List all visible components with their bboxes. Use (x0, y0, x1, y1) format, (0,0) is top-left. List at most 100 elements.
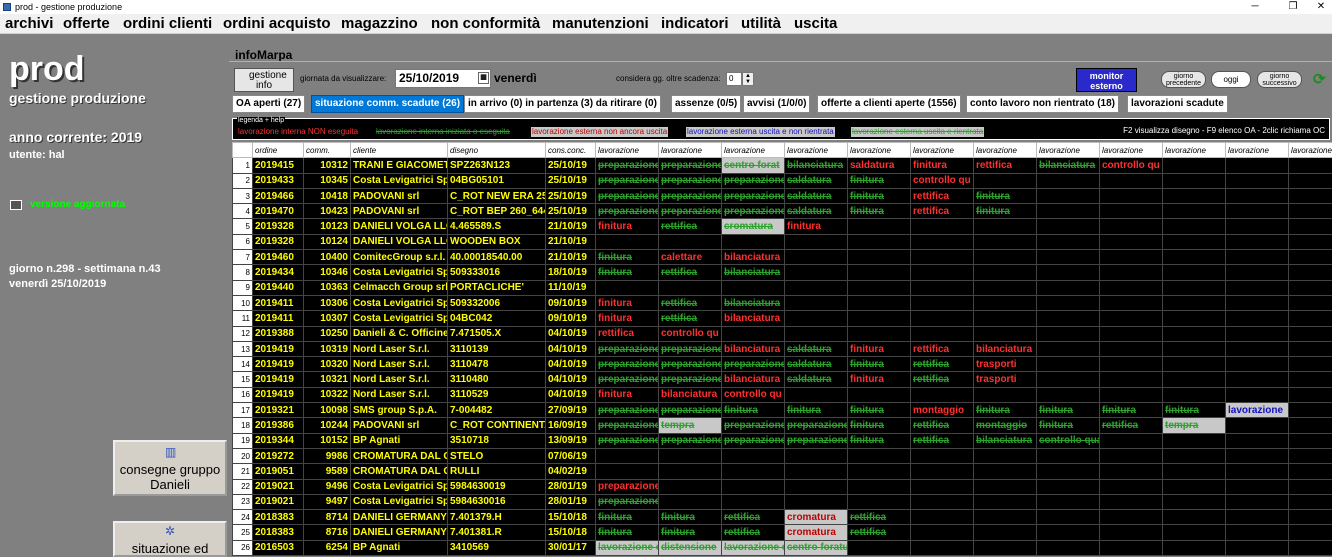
cell-commessa[interactable]: 10307 (303, 310, 351, 327)
cell-lavorazione[interactable]: finitura (595, 249, 659, 266)
cell-lavorazione[interactable] (847, 233, 911, 251)
cell-lavorazione[interactable] (847, 478, 911, 495)
cell-lavorazione[interactable]: saldatura (784, 340, 848, 358)
cell-lavorazione[interactable] (973, 294, 1037, 312)
cell-lavorazione[interactable] (1225, 325, 1289, 342)
cell-lavorazione[interactable] (1225, 432, 1289, 449)
cell-lavorazione[interactable] (1162, 371, 1226, 388)
cell-lavorazione[interactable]: bilanciatura (721, 249, 785, 266)
cell-lavorazione[interactable] (1225, 157, 1289, 174)
cell-cliente[interactable]: Costa Levigatrici Sp (350, 172, 448, 189)
cell-lavorazione[interactable]: finitura (658, 509, 722, 526)
table-row[interactable]: 24 2018383 8714 DANIELI GERMANY 7.401379.H 15… (232, 509, 1332, 526)
cell-lavorazione[interactable] (910, 524, 974, 541)
cell-cliente[interactable]: PADOVANI srl (350, 417, 448, 434)
cell-lavorazione[interactable] (1288, 218, 1332, 235)
cell-lavorazione[interactable] (1162, 340, 1226, 358)
cell-lavorazione[interactable] (1288, 203, 1332, 220)
cell-commessa[interactable]: 10312 (303, 157, 351, 174)
row-number[interactable]: 3 (232, 187, 253, 205)
column-header[interactable]: cons.conc. (545, 141, 596, 159)
row-number[interactable]: 9 (232, 279, 253, 296)
cell-lavorazione[interactable] (1036, 524, 1100, 541)
cell-commessa[interactable]: 9497 (303, 493, 351, 511)
cell-lavorazione[interactable]: finitura (784, 218, 848, 235)
cell-lavorazione[interactable] (1162, 325, 1226, 342)
table-row[interactable]: 22 2019021 9496 Costa Levigatrici Sp 5984630… (232, 478, 1332, 495)
row-number[interactable]: 16 (232, 386, 253, 404)
tab-oa-aperti[interactable]: OA aperti (27) (232, 95, 306, 113)
cell-lavorazione[interactable] (1225, 478, 1289, 495)
row-number[interactable]: 25 (232, 524, 253, 541)
cell-lavorazione[interactable]: preparazione (595, 340, 659, 358)
row-number[interactable]: 21 (232, 463, 253, 480)
cell-lavorazione[interactable]: preparazione (595, 493, 659, 511)
date-field[interactable]: 25/10/2019 ▦ (395, 69, 491, 88)
cell-lavorazione[interactable] (658, 233, 722, 251)
cell-lavorazione[interactable] (1225, 493, 1289, 511)
cell-lavorazione[interactable] (1036, 447, 1100, 465)
column-header[interactable]: lavorazione (595, 141, 659, 159)
cell-lavorazione[interactable]: saldatura (784, 371, 848, 388)
cell-lavorazione[interactable] (973, 249, 1037, 266)
cell-lavorazione[interactable] (910, 539, 974, 557)
cell-cliente[interactable]: SMS group S.p.A. (350, 402, 448, 419)
cell-lavorazione[interactable]: finitura (847, 203, 911, 220)
cell-lavorazione[interactable] (973, 218, 1037, 235)
cell-lavorazione[interactable] (1162, 279, 1226, 296)
cell-lavorazione[interactable] (973, 539, 1037, 557)
cell-disegno[interactable]: 3110478 (447, 356, 546, 373)
table-row[interactable]: 25 2018383 8716 DANIELI GERMANY 7.401381.R 15… (232, 524, 1332, 541)
cell-commessa[interactable]: 10123 (303, 218, 351, 235)
considera-field[interactable]: 0 (726, 72, 742, 86)
cell-lavorazione[interactable] (784, 478, 848, 495)
column-header[interactable]: lavorazione (1225, 141, 1289, 159)
cell-lavorazione[interactable]: trasporti (973, 371, 1037, 388)
row-number[interactable]: 14 (232, 356, 253, 373)
cell-lavorazione[interactable] (973, 493, 1037, 511)
cell-lavorazione[interactable]: preparazione (721, 203, 785, 220)
cell-ordine[interactable]: 2019328 (252, 218, 304, 235)
cell-lavorazione[interactable] (1288, 402, 1332, 419)
cell-consegna[interactable]: 13/09/19 (545, 432, 596, 449)
cell-lavorazione[interactable]: finitura (847, 340, 911, 358)
cell-lavorazione[interactable] (1099, 294, 1163, 312)
column-header[interactable]: disegno (447, 141, 546, 159)
cell-ordine[interactable]: 2019021 (252, 493, 304, 511)
cell-lavorazione[interactable] (1288, 356, 1332, 373)
table-row[interactable]: 20 2019272 9986 CROMATURA DAL G STELO 07/06/1… (232, 447, 1332, 465)
cell-lavorazione[interactable] (1225, 371, 1289, 388)
cell-lavorazione[interactable]: rettifica (595, 325, 659, 342)
cell-lavorazione[interactable] (1099, 356, 1163, 373)
cell-ordine[interactable]: 2019419 (252, 371, 304, 388)
cell-lavorazione[interactable] (595, 447, 659, 465)
cell-lavorazione[interactable]: bilanciatura (721, 371, 785, 388)
cell-consegna[interactable]: 25/10/19 (545, 157, 596, 174)
row-number[interactable]: 20 (232, 447, 253, 465)
cell-ordine[interactable]: 2019328 (252, 233, 304, 251)
cell-lavorazione[interactable]: bilanciatura (973, 432, 1037, 449)
cell-lavorazione[interactable] (1288, 325, 1332, 342)
cell-lavorazione[interactable] (847, 218, 911, 235)
table-row[interactable]: 11 2019411 10307 Costa Levigatrici Sp 04BC04… (232, 310, 1332, 327)
cell-lavorazione[interactable] (1288, 172, 1332, 189)
cell-lavorazione[interactable] (1099, 447, 1163, 465)
column-header[interactable]: lavorazione (721, 141, 785, 159)
cell-cliente[interactable]: Costa Levigatrici Sp (350, 478, 448, 495)
column-header[interactable]: lavorazione (784, 141, 848, 159)
cell-lavorazione[interactable]: finitura (847, 371, 911, 388)
cell-commessa[interactable]: 10244 (303, 417, 351, 434)
cell-lavorazione[interactable]: finitura (595, 524, 659, 541)
menu-archivi[interactable]: archivi (5, 14, 53, 33)
cell-lavorazione[interactable] (1162, 203, 1226, 220)
cell-lavorazione[interactable] (1099, 478, 1163, 495)
cell-lavorazione[interactable]: finitura (595, 218, 659, 235)
cell-lavorazione[interactable] (1225, 218, 1289, 235)
cell-lavorazione[interactable]: preparazione (595, 402, 659, 419)
cell-consegna[interactable]: 09/10/19 (545, 294, 596, 312)
cell-ordine[interactable]: 2016503 (252, 539, 304, 557)
cell-lavorazione[interactable]: finitura (595, 310, 659, 327)
cell-lavorazione[interactable] (1288, 463, 1332, 480)
cell-lavorazione[interactable] (1099, 187, 1163, 205)
cell-lavorazione[interactable]: finitura (595, 386, 659, 404)
